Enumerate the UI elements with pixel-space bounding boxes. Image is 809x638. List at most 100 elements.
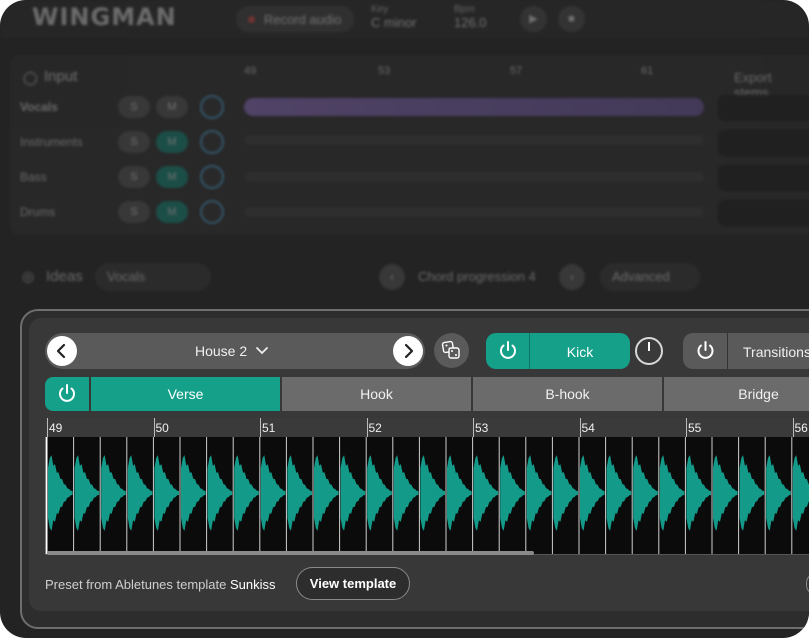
export-stem-instruments[interactable] [718,130,809,156]
kick-hit-waveform [633,455,658,531]
kick-hit-waveform [154,455,179,531]
kick-waveform[interactable] [45,437,809,554]
preset-dropdown[interactable]: House 2 [142,343,322,359]
record-audio-button[interactable]: Record audio [236,6,354,32]
kick-volume-knob[interactable] [635,337,663,365]
key-value: C minor [371,15,417,30]
export-stem-bass[interactable] [718,165,809,191]
volume-knob-bass[interactable] [200,165,224,189]
bpm-value: 126.0 [454,15,487,30]
microphone-icon: ◯ [23,70,38,85]
ruler-bar-mark [260,418,261,437]
timeline-scrollbar[interactable] [47,551,534,555]
play-button[interactable]: ▶ [520,6,547,32]
section-power-button[interactable] [45,377,89,411]
kick-power-button[interactable] [486,333,530,369]
knob-indicator [648,342,650,351]
preset-name: House 2 [194,343,248,359]
kick-hit-waveform [659,455,685,531]
lightbulb-icon: ◎ [22,268,35,284]
kick-label: Kick [566,344,594,360]
input-title: Input [44,68,78,85]
transitions-label: Transitions [743,344,809,360]
volume-knob-vocals[interactable] [200,95,224,119]
section-tab-verse[interactable]: Verse [91,377,280,411]
idea-next-button[interactable]: › [559,264,585,290]
solo-button-instruments[interactable]: S [118,131,150,153]
kick-hit-waveform [580,455,605,531]
ruler-bar-label: 53 [475,421,489,435]
kick-hit-waveform [739,455,765,531]
track-label-bass: Bass [20,170,47,184]
mute-button-instruments[interactable]: M [156,131,188,153]
power-icon [59,384,75,402]
kick-hit-waveform [500,455,525,531]
bpm-field[interactable]: Bpm 126.0 [454,4,487,29]
kick-hit-waveform [260,455,286,531]
kick-hit-waveform [393,455,419,531]
track-label-drums: Drums [20,205,56,219]
preset-prev-button[interactable] [47,336,77,366]
kick-hit-waveform [287,455,312,531]
record-dot-icon [248,16,255,23]
kick-hit-waveform [48,455,73,531]
solo-button-bass[interactable]: S [118,166,150,188]
waveform-display [45,437,809,554]
ruler-bar-label: 49 [49,421,63,435]
kick-instrument: Kick [486,333,630,369]
preset-next-button[interactable] [393,336,423,366]
solo-button-drums[interactable]: S [118,201,150,223]
section-tab-bridge[interactable]: Bridge [664,377,809,411]
input-ruler-label: 57 [510,65,523,77]
mute-button-vocals[interactable]: M [156,96,188,118]
power-icon [697,341,714,359]
chevron-down-icon [256,347,268,355]
ruler-bar-label: 52 [368,421,382,435]
ruler-bar-label: 54 [581,421,595,435]
stop-button[interactable]: ■ [558,6,585,32]
kick-hit-waveform [473,455,499,531]
kick-hit-waveform [766,455,791,531]
mute-button-drums[interactable]: M [156,201,188,223]
ruler-bar-label: 50 [155,421,169,435]
randomize-button[interactable] [434,333,469,368]
mute-button-bass[interactable]: M [156,166,188,188]
kick-hit-waveform [713,455,738,531]
chevron-left-icon [56,343,66,359]
record-audio-label: Record audio [264,12,342,27]
solo-button-vocals[interactable]: S [118,96,150,118]
ideas-category-select[interactable]: Vocals [95,263,211,291]
dice-icon [441,340,460,359]
kick-hit-waveform [181,455,206,531]
section-tab-hook[interactable]: Hook [282,377,471,411]
input-ruler-label: 49 [244,65,257,77]
kick-hit-waveform [792,455,809,531]
key-selector[interactable]: Key C minor [371,4,417,29]
view-template-button[interactable]: View template [296,567,410,600]
app-logo: WINGMAN [32,3,177,31]
volume-knob-drums[interactable] [200,200,224,224]
ruler-bar-mark [579,418,581,437]
transitions-power-button[interactable] [683,333,728,369]
kick-hit-waveform [447,455,472,531]
track-label-vocals: Vocals [20,100,58,114]
export-stem-vocals[interactable] [718,95,809,121]
waveform-instruments [244,135,704,145]
preset-source-text: Preset from Abletunes template Sunkiss [45,577,276,592]
preset-source-prefix: Preset from Abletunes template [45,577,227,592]
kick-hit-waveform [340,455,366,531]
ruler-bar-mark [366,418,368,437]
ruler-bar-mark [686,418,687,437]
idea-prev-button[interactable]: ‹ [379,264,405,290]
kick-hit-waveform [526,455,552,531]
kick-hit-waveform [553,455,578,531]
kick-hit-waveform [234,455,259,531]
kick-hit-waveform [367,455,392,531]
volume-knob-instruments[interactable] [200,130,224,154]
ruler-bar-label: 56 [794,421,808,435]
export-stem-drums[interactable] [718,200,809,226]
ruler-bar-label: 51 [262,421,276,435]
section-tab-b-hook[interactable]: B-hook [473,377,662,411]
track-label-instruments: Instruments [20,135,83,149]
advanced-select[interactable]: Advanced [600,263,700,291]
